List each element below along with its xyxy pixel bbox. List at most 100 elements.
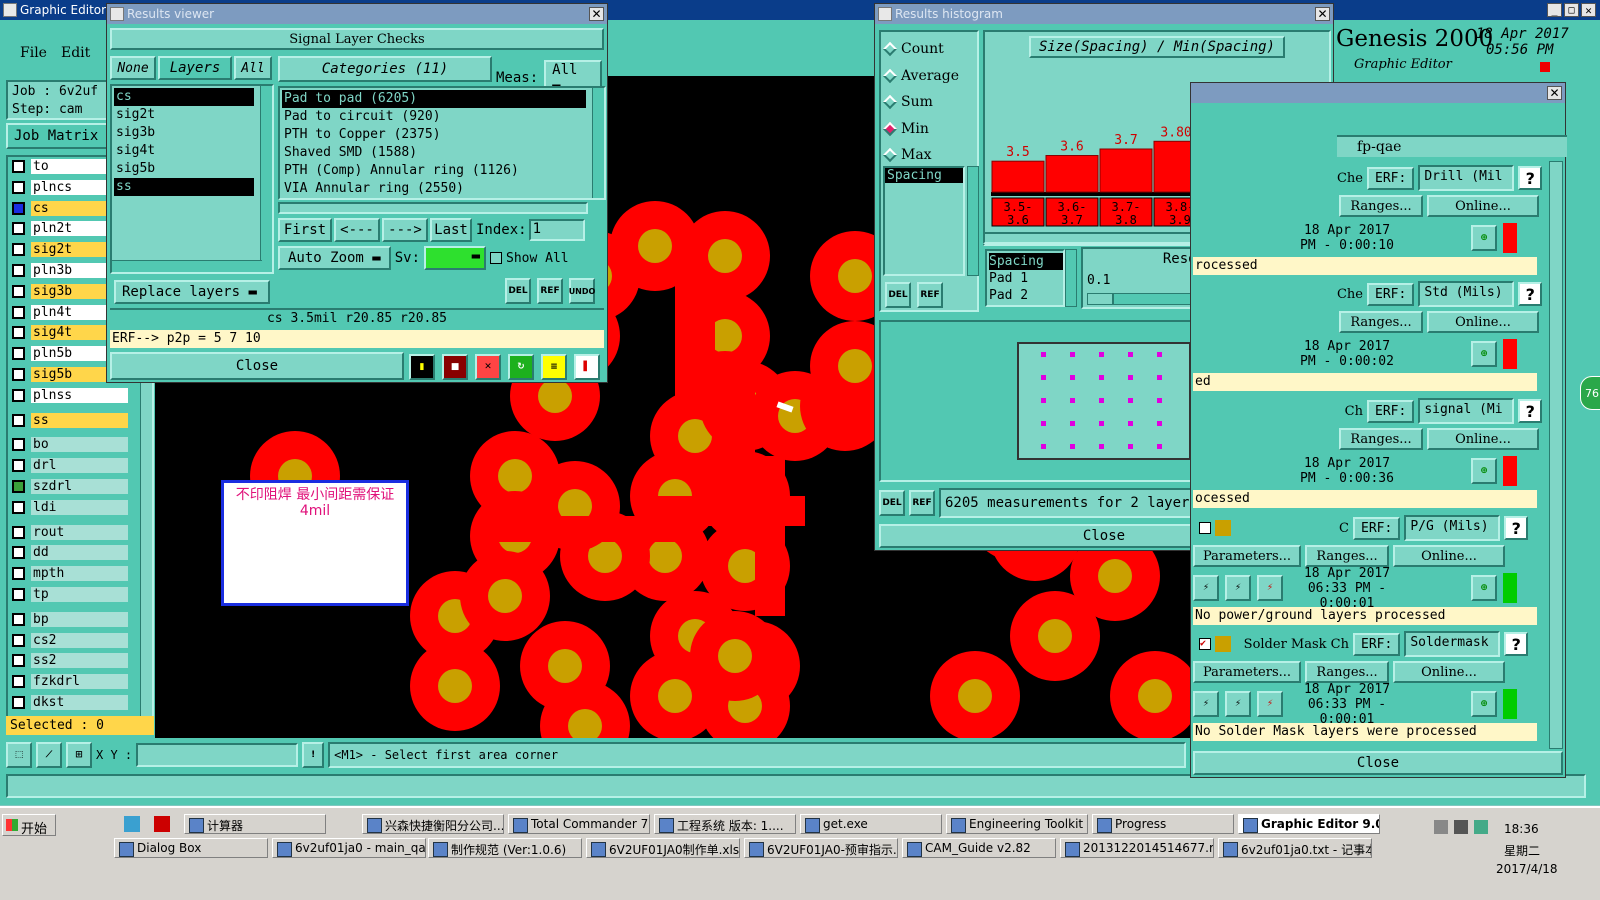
- resolution-slider-thumb[interactable]: [1088, 294, 1114, 304]
- ranges-button[interactable]: Ranges...: [1305, 545, 1389, 567]
- taskbar-item[interactable]: 计算器: [184, 814, 326, 834]
- taskbar-item[interactable]: 6V2UF01JA0制作单.xls ...: [586, 838, 740, 858]
- radio-diamond-icon[interactable]: [882, 148, 898, 163]
- stat-sum[interactable]: Sum: [882, 89, 977, 116]
- spacing-row[interactable]: Pad 1: [989, 270, 1063, 287]
- viewer-close-icon[interactable]: ✕: [589, 7, 604, 21]
- layer-checkbox[interactable]: [12, 525, 25, 539]
- histogram-bar[interactable]: [1099, 148, 1153, 193]
- layer-checkbox[interactable]: [12, 612, 25, 626]
- category-hscroll[interactable]: [278, 202, 588, 214]
- zoom-area-icon[interactable]: ⬚: [6, 742, 32, 768]
- taskbar-item[interactable]: 2013122014514677.rtf [...: [1060, 838, 1214, 858]
- category-item[interactable]: Pad to circuit (920): [282, 108, 586, 126]
- taskbar-item[interactable]: Engineering Toolkit 9....: [946, 814, 1088, 834]
- layer-checkbox[interactable]: [12, 305, 25, 319]
- layer-checkbox[interactable]: [12, 696, 25, 709]
- radio-diamond-icon[interactable]: [882, 95, 898, 110]
- stat-count[interactable]: Count: [882, 36, 977, 63]
- del-icon[interactable]: DEL: [505, 278, 531, 304]
- refresh-icon[interactable]: ↻: [508, 354, 534, 380]
- viewer-layer-sig4t[interactable]: sig4t: [114, 142, 254, 160]
- viewer-layer-ss[interactable]: ss: [114, 178, 254, 196]
- check-erf-dropdown[interactable]: signal (Mi: [1418, 398, 1515, 424]
- start-button[interactable]: 开始: [2, 814, 56, 837]
- list-icon[interactable]: ≡: [541, 354, 567, 380]
- maximize-icon[interactable]: □: [1564, 3, 1579, 17]
- category-item[interactable]: PTH (Comp) Annular ring (1126): [282, 162, 586, 180]
- zoom-result-icon[interactable]: ⊕: [1471, 691, 1497, 717]
- histogram-close-icon[interactable]: ✕: [1315, 7, 1330, 21]
- minimize-icon[interactable]: _: [1547, 3, 1562, 17]
- layer-checkbox[interactable]: [12, 567, 25, 581]
- layer-checkbox[interactable]: [12, 264, 25, 277]
- layer-checkbox[interactable]: [12, 588, 25, 601]
- qae-scrollbar[interactable]: [1549, 161, 1563, 749]
- zoom-result-icon[interactable]: ⊕: [1471, 225, 1497, 251]
- layer-row-ldi[interactable]: ldi: [12, 499, 128, 515]
- taskbar-item[interactable]: 6v2uf01ja0 - main_qa: [272, 838, 426, 858]
- erf-icon[interactable]: ✕: [475, 354, 501, 380]
- preview-ref-icon[interactable]: REF: [909, 490, 935, 516]
- measure-icon[interactable]: ⟋: [36, 742, 62, 768]
- layer-row-ss2[interactable]: ss2: [12, 653, 128, 669]
- grid-icon[interactable]: ⊞: [66, 742, 92, 768]
- taskbar-item[interactable]: 制作规范 (Ver:1.0.6): [428, 838, 582, 858]
- category-item[interactable]: PTH to Copper (2375): [282, 126, 586, 144]
- layer-checkbox[interactable]: [12, 459, 25, 473]
- parameters-button[interactable]: Parameters...: [1193, 545, 1301, 567]
- viewer-layer-sig3b[interactable]: sig3b: [114, 124, 254, 142]
- ranges-button[interactable]: Ranges...: [1339, 195, 1423, 217]
- layer-checkbox[interactable]: [12, 654, 25, 668]
- help-icon[interactable]: ?: [1518, 399, 1543, 423]
- viewer-layer-vscroll[interactable]: [260, 86, 272, 272]
- ranges-button[interactable]: Ranges...: [1339, 428, 1423, 450]
- layer-checkbox[interactable]: [12, 480, 25, 493]
- spacing-row[interactable]: Spacing: [989, 253, 1063, 270]
- tray-signal-icon[interactable]: [1474, 820, 1488, 834]
- layer-checkbox[interactable]: [12, 284, 25, 298]
- layer-checkbox[interactable]: [12, 413, 25, 427]
- category-vscroll[interactable]: [592, 88, 604, 198]
- ref-icon[interactable]: REF: [537, 278, 563, 304]
- run-check-icon[interactable]: ⚡: [1225, 575, 1251, 601]
- category-item[interactable]: Shaved SMD (1588): [282, 144, 586, 162]
- viewer-layer-sig2t[interactable]: sig2t: [114, 106, 254, 124]
- layer-checkbox[interactable]: [12, 243, 25, 257]
- layer-checkbox[interactable]: [12, 326, 25, 340]
- run-check-icon[interactable]: ⚡: [1225, 691, 1251, 717]
- xy-input[interactable]: [136, 743, 299, 767]
- help-icon[interactable]: ?: [1518, 282, 1543, 306]
- layer-checkbox[interactable]: [12, 160, 25, 173]
- zoom-result-icon[interactable]: ⊕: [1471, 575, 1497, 601]
- help-icon[interactable]: ?: [1518, 166, 1543, 190]
- ranges-button[interactable]: Ranges...: [1305, 661, 1389, 683]
- histogram-titlebar[interactable]: Results histogram ✕: [875, 4, 1333, 24]
- layer-checkbox[interactable]: [12, 438, 25, 452]
- histogram-bar[interactable]: [1045, 155, 1099, 193]
- first-button[interactable]: First: [278, 218, 332, 242]
- metric-scroll[interactable]: [967, 166, 979, 276]
- zoom-result-icon[interactable]: ⊕: [1471, 341, 1497, 367]
- next-button[interactable]: --->: [382, 218, 428, 242]
- results-viewer-titlebar[interactable]: Results viewer ✕: [107, 4, 607, 24]
- layer-checkbox[interactable]: [12, 222, 25, 236]
- stat-max[interactable]: Max: [882, 142, 977, 169]
- ql-app-icon[interactable]: [124, 816, 140, 832]
- replace-layers-button[interactable]: Replace layers ▬: [114, 280, 270, 304]
- prev-button[interactable]: <---: [334, 218, 380, 242]
- check-erf-dropdown[interactable]: Drill (Mil: [1418, 165, 1515, 191]
- taskbar-item[interactable]: 工程系统 版本: 1....: [654, 814, 796, 834]
- layer-row-bp[interactable]: bp: [12, 611, 128, 627]
- radio-diamond-icon[interactable]: [882, 42, 898, 57]
- tray-clock[interactable]: 18:36: [1504, 822, 1539, 836]
- layer-checkbox[interactable]: [12, 368, 25, 381]
- stat-min[interactable]: Min: [882, 116, 977, 143]
- close-icon[interactable]: ✕: [1581, 3, 1596, 17]
- help-icon[interactable]: ?: [1504, 632, 1529, 656]
- preview-del-icon[interactable]: DEL: [879, 490, 905, 516]
- metric-item-spacing[interactable]: Spacing: [885, 168, 963, 183]
- layer-checkbox[interactable]: [12, 500, 25, 514]
- run-check-icon[interactable]: ⚡: [1193, 575, 1219, 601]
- layer-row-fzkdrl[interactable]: fzkdrl: [12, 674, 128, 690]
